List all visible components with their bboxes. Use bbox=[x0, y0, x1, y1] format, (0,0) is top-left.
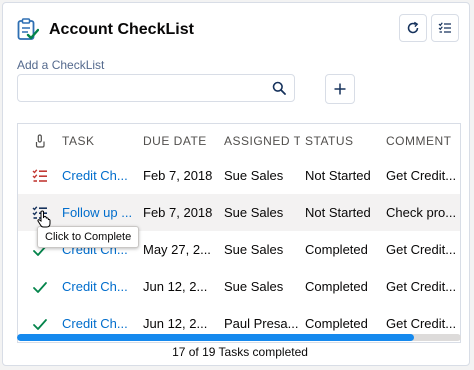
hand-cursor-icon bbox=[37, 210, 51, 228]
table-header: TASK DUE DATE ASSIGNED TO STATUS COMMENT bbox=[18, 124, 460, 158]
progress-text: 17 of 19 Tasks completed bbox=[172, 345, 308, 359]
column-header-assigned-to[interactable]: ASSIGNED TO bbox=[224, 134, 300, 148]
account-checklist-card: Account CheckList Add a CheckList TASK D… bbox=[2, 2, 470, 366]
check-icon[interactable] bbox=[32, 316, 48, 332]
due-date: Jun 12, 2... bbox=[143, 316, 208, 331]
assigned-to: Sue Sales bbox=[224, 205, 284, 220]
column-header-task[interactable]: TASK bbox=[62, 134, 94, 148]
status: Not Started bbox=[305, 168, 371, 183]
checklist-icon bbox=[17, 18, 39, 40]
comment: Get Credit... bbox=[386, 316, 457, 331]
add-checklist-label: Add a CheckList bbox=[17, 58, 105, 72]
column-header-due-date[interactable]: DUE DATE bbox=[143, 134, 207, 148]
task-link[interactable]: Credit Ch... bbox=[62, 168, 128, 183]
add-checklist-button[interactable] bbox=[325, 74, 355, 104]
search-icon[interactable] bbox=[272, 81, 286, 95]
add-checklist-input[interactable] bbox=[26, 76, 270, 102]
column-header-status[interactable]: STATUS bbox=[305, 134, 354, 148]
comment: Get Credit... bbox=[386, 168, 457, 183]
due-date: Jun 12, 2... bbox=[143, 279, 208, 294]
task-link[interactable]: Credit Ch... bbox=[62, 316, 128, 331]
status: Completed bbox=[305, 279, 368, 294]
column-header-comment[interactable]: COMMENT bbox=[386, 134, 452, 148]
table-row[interactable]: Credit Ch... Feb 7, 2018 Sue Sales Not S… bbox=[18, 157, 460, 195]
status: Not Started bbox=[305, 205, 371, 220]
progress-bar bbox=[17, 334, 461, 341]
task-link[interactable]: Credit Ch... bbox=[62, 279, 128, 294]
touch-icon bbox=[35, 134, 45, 148]
assigned-to: Paul Presa... bbox=[224, 316, 299, 331]
incomplete-list-icon[interactable] bbox=[32, 168, 48, 184]
status: Completed bbox=[305, 242, 368, 257]
add-checklist-field[interactable] bbox=[17, 74, 295, 102]
due-date: May 27, 2... bbox=[143, 242, 211, 257]
click-to-complete-tooltip: Click to Complete bbox=[37, 226, 140, 248]
assigned-to: Sue Sales bbox=[224, 168, 284, 183]
task-list-view-button[interactable] bbox=[431, 14, 459, 42]
refresh-icon bbox=[407, 21, 419, 34]
comment: Check pro... bbox=[386, 205, 457, 220]
plus-icon bbox=[334, 83, 346, 95]
assigned-to: Sue Sales bbox=[224, 279, 284, 294]
task-list-icon bbox=[438, 22, 451, 33]
comment: Get Credit... bbox=[386, 279, 457, 294]
task-link[interactable]: Follow up ... bbox=[62, 205, 132, 220]
card-title: Account CheckList bbox=[49, 21, 194, 38]
card-header: Account CheckList bbox=[17, 15, 194, 45]
refresh-button[interactable] bbox=[399, 14, 427, 42]
assigned-to: Sue Sales bbox=[224, 242, 284, 257]
progress-bar-fill bbox=[17, 334, 415, 341]
status: Completed bbox=[305, 316, 368, 331]
comment: Get Credit... bbox=[386, 242, 457, 257]
due-date: Feb 7, 2018 bbox=[143, 205, 213, 220]
check-icon[interactable] bbox=[32, 279, 48, 295]
table-row[interactable]: Credit Ch... Jun 12, 2... Sue Sales Comp… bbox=[18, 268, 460, 306]
due-date: Feb 7, 2018 bbox=[143, 168, 213, 183]
